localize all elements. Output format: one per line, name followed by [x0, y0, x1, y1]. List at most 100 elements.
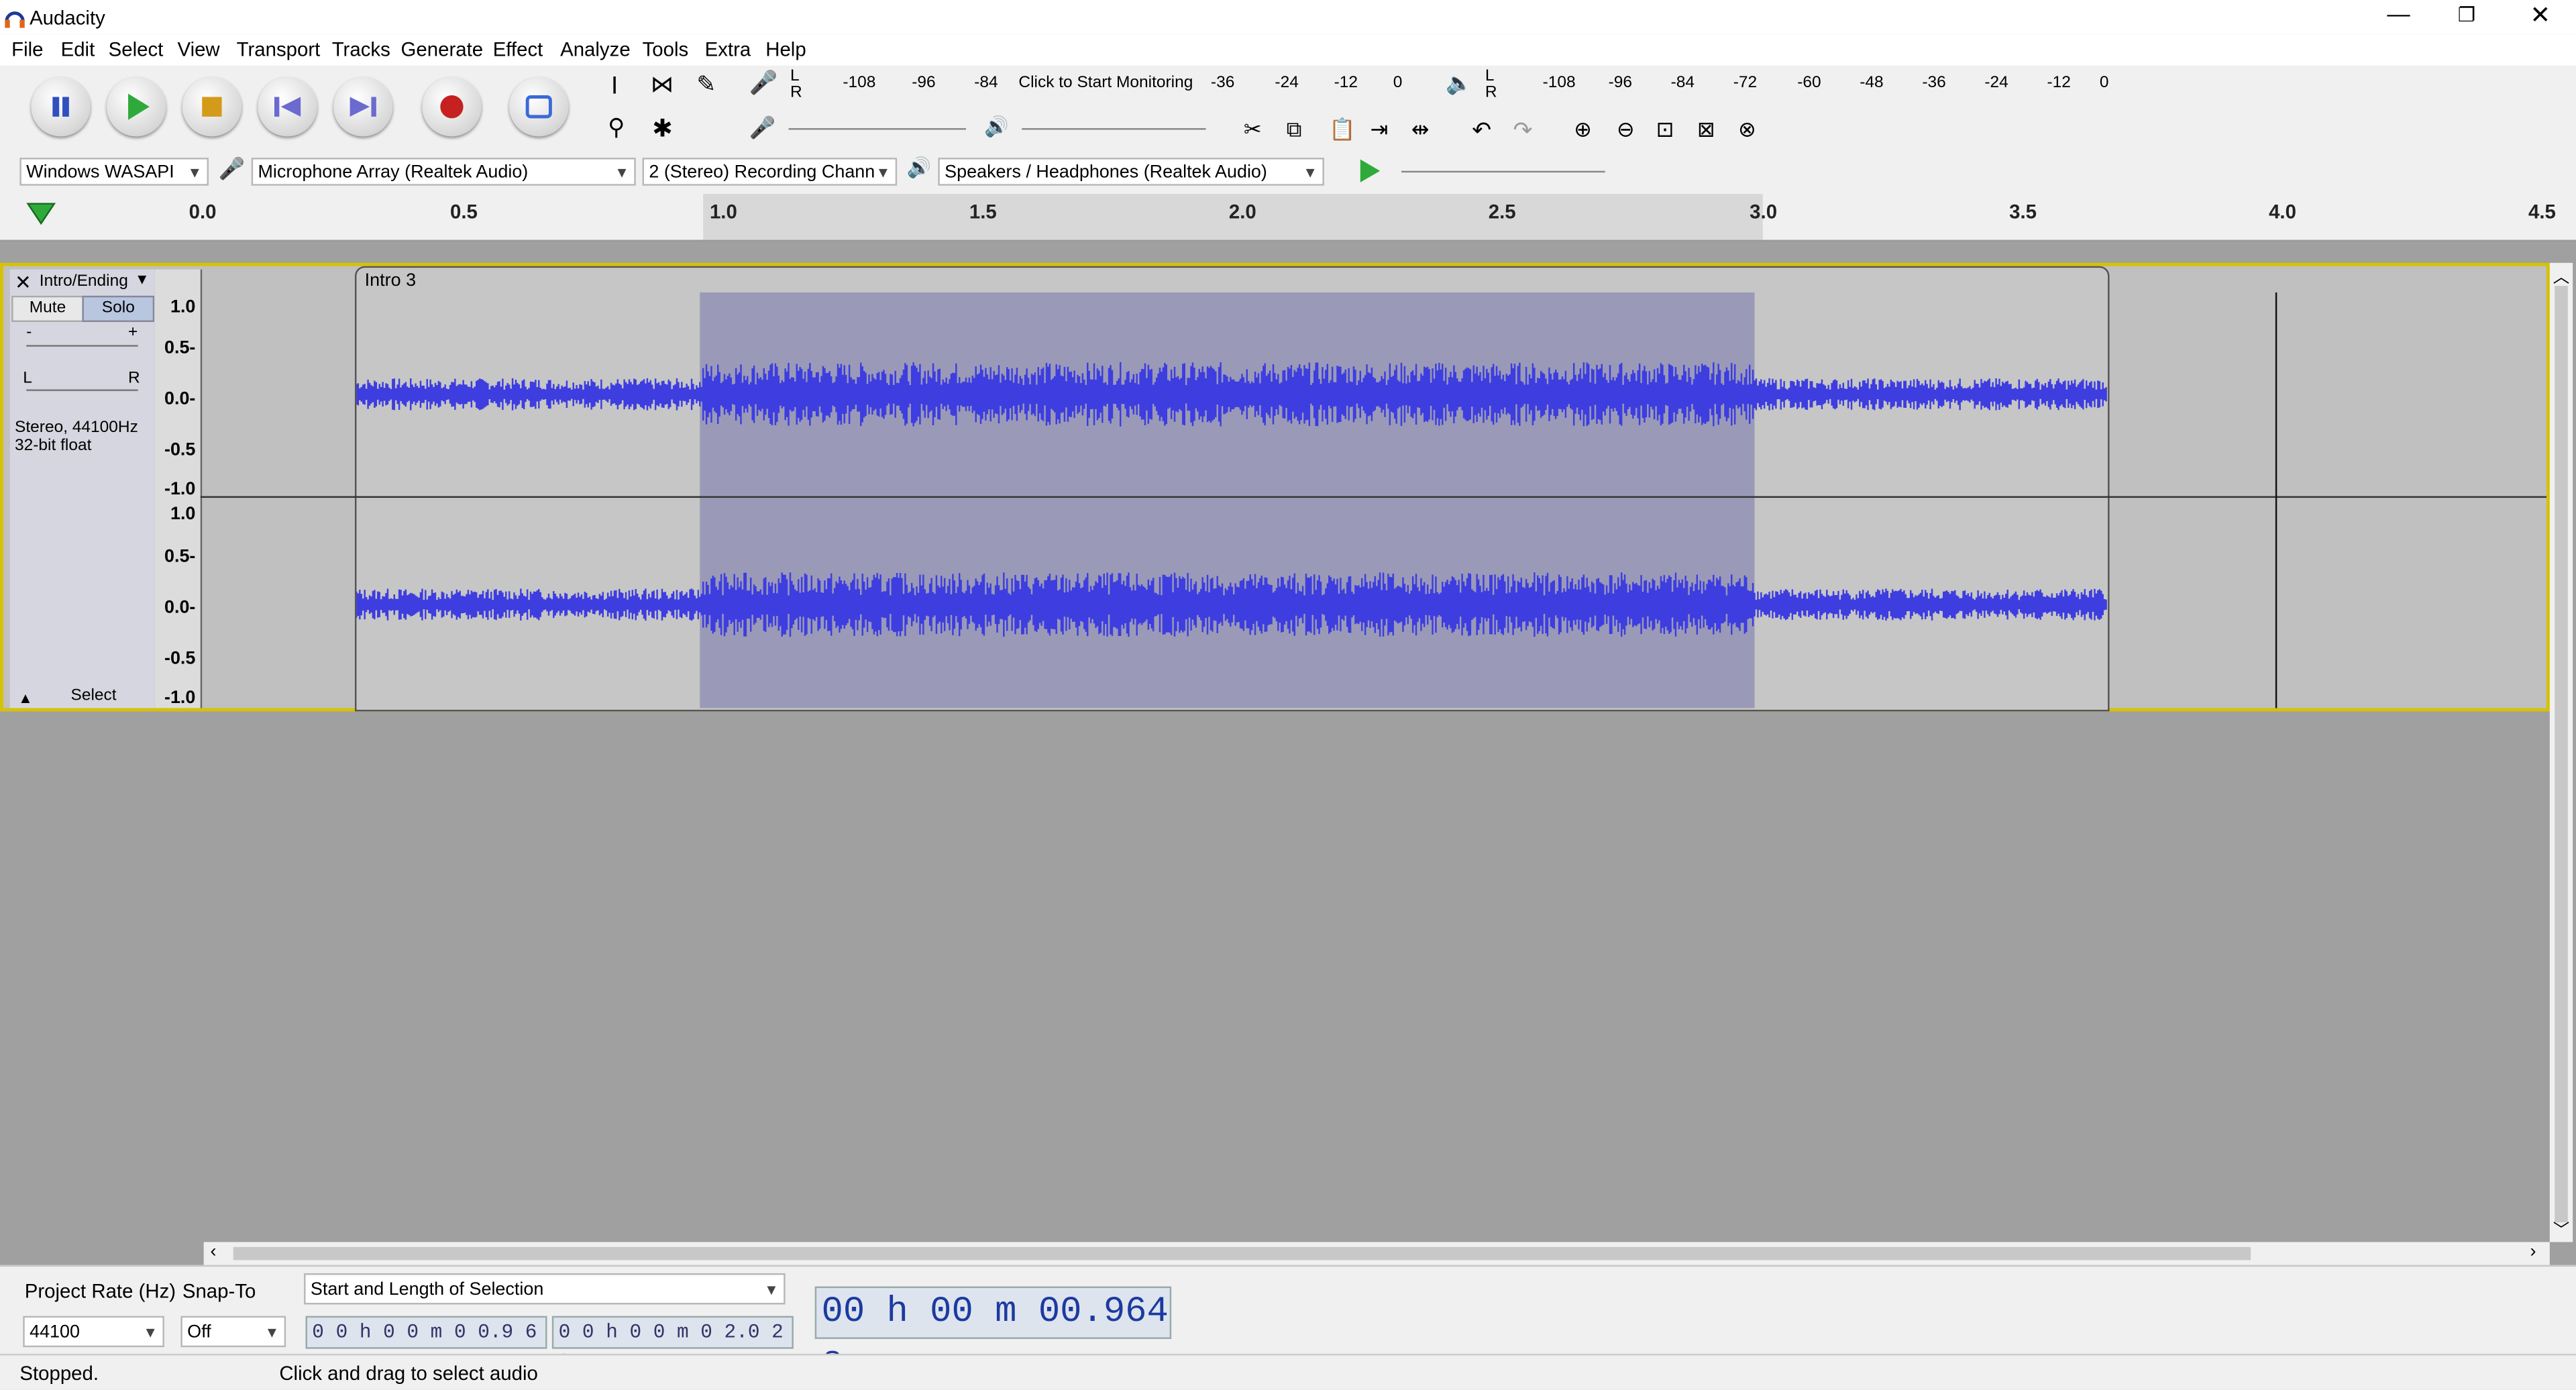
record-meter-icon[interactable]: 🎤	[749, 69, 778, 97]
skip-end-icon	[350, 97, 376, 117]
amp-label: -1.0	[164, 480, 196, 500]
record-meter[interactable]: -108 -96 -84 Click to Start Monitoring -…	[805, 74, 1413, 97]
project-rate-label: Project Rate (Hz)	[24, 1279, 176, 1303]
fit-selection-icon[interactable]: ⊡	[1656, 117, 1674, 143]
playback-device-dropdown[interactable]: Speakers / Headphones (Realtek Audio) ▼	[938, 158, 1324, 186]
close-icon[interactable]: ✕	[2530, 0, 2551, 30]
zoom-out-icon[interactable]: ⊖	[1617, 117, 1635, 143]
playback-volume-icon: 🔊	[983, 115, 1009, 138]
zoom-toggle-icon[interactable]: ⊗	[1738, 117, 1756, 143]
cut-icon[interactable]: ✂	[1244, 117, 1262, 143]
gain-slider[interactable]	[26, 345, 138, 347]
skip-to-start-button[interactable]	[258, 77, 317, 137]
horizontal-scroll-thumb[interactable]	[233, 1246, 2251, 1261]
record-meter-tick: 0	[1393, 74, 1403, 93]
menu-file[interactable]: File	[11, 38, 43, 60]
menu-transport[interactable]: Transport	[237, 38, 321, 60]
menu-help[interactable]: Help	[765, 38, 806, 60]
vertical-scrollbar[interactable]: ︿ ﹀	[2549, 262, 2573, 1242]
scroll-right-icon[interactable]: ›	[2530, 1242, 2536, 1261]
menu-view[interactable]: View	[177, 38, 219, 60]
menu-edit[interactable]: Edit	[61, 38, 95, 60]
mute-button[interactable]: Mute	[11, 295, 84, 323]
menu-generate[interactable]: Generate	[401, 38, 484, 60]
horizontal-scrollbar[interactable]: ‹ ›	[203, 1242, 2550, 1265]
record-meter-tick: -84	[974, 74, 998, 93]
ruler-tick-label: 0.0	[189, 200, 217, 224]
playback-meter-tick: -60	[1797, 74, 1821, 93]
chevron-down-icon: ▼	[143, 1324, 158, 1341]
amp-label: 0.5-	[164, 338, 196, 358]
restore-icon[interactable]: ❐	[2458, 3, 2475, 26]
redo-icon[interactable]: ↷	[1513, 117, 1533, 145]
timeline-ruler[interactable]: 0.0 0.5 1.0 1.5 2.0 2.5 3.0 3.5 4.0 4.5	[0, 193, 2576, 242]
audacity-logo-icon	[5, 11, 25, 28]
stop-button[interactable]	[182, 77, 242, 137]
channels-dropdown[interactable]: 2 (Stereo) Recording Chann ▼	[642, 158, 898, 186]
play-at-speed-icon[interactable]	[1357, 158, 1383, 184]
vertical-scroll-thumb[interactable]	[2555, 286, 2568, 1223]
audio-position-time[interactable]: 00 h 00 m 00.964 s	[814, 1286, 1172, 1382]
play-at-speed-slider[interactable]	[1401, 170, 1605, 173]
meter-r: R	[1485, 83, 1497, 102]
audio-host-dropdown[interactable]: Windows WASAPI ▼	[19, 158, 209, 186]
record-meter-prompt[interactable]: Click to Start Monitoring	[1018, 74, 1193, 92]
playback-meter-tick: -108	[1542, 74, 1576, 93]
multi-tool-icon[interactable]: ✱	[652, 113, 673, 143]
menu-select[interactable]: Select	[109, 38, 164, 60]
clip-name[interactable]: Intro 3	[365, 271, 416, 290]
collapse-track-icon[interactable]: ▲	[18, 690, 33, 706]
zoom-in-icon[interactable]: ⊕	[1574, 117, 1592, 143]
menu-effect[interactable]: Effect	[493, 38, 543, 60]
record-volume-slider[interactable]	[788, 128, 967, 130]
minimize-icon[interactable]: —	[2387, 0, 2410, 26]
menu-tools[interactable]: Tools	[643, 38, 689, 60]
pan-slider[interactable]	[26, 389, 138, 391]
playback-meter-tick: -72	[1733, 74, 1758, 93]
record-button[interactable]	[422, 77, 482, 137]
selection-tool-icon[interactable]: I	[611, 72, 618, 101]
audio-track[interactable]: ✕ Intro/Ending ▼ Mute Solo - + L R Stere…	[0, 262, 2550, 712]
envelope-tool-icon[interactable]: ⋈	[651, 70, 674, 99]
playback-meter-icon[interactable]: 🔈	[1446, 70, 1472, 97]
selection-length-time[interactable]: 0 0 h 0 0 m 0 2.0 2 9 s	[551, 1316, 794, 1373]
zoom-tool-icon[interactable]: ⚲	[608, 113, 625, 142]
snap-to-dropdown[interactable]: Off ▼	[180, 1316, 286, 1348]
scroll-left-icon[interactable]: ‹	[210, 1242, 216, 1261]
silence-icon[interactable]: ⇹	[1411, 117, 1430, 143]
menu-analyze[interactable]: Analyze	[560, 38, 631, 60]
close-track-icon[interactable]: ✕	[15, 271, 32, 294]
selection-mode-dropdown[interactable]: Start and Length of Selection ▼	[304, 1273, 786, 1305]
undo-icon[interactable]: ↶	[1472, 117, 1491, 145]
playback-volume-slider[interactable]	[1022, 128, 1206, 130]
solo-button[interactable]: Solo	[82, 295, 155, 323]
paste-icon[interactable]: 📋	[1329, 117, 1356, 143]
select-label: Select	[70, 686, 117, 705]
play-button[interactable]	[107, 77, 166, 137]
draw-tool-icon[interactable]: ✎	[696, 70, 716, 99]
pause-button[interactable]	[31, 77, 91, 137]
fit-project-icon[interactable]: ⊠	[1697, 117, 1715, 143]
recording-device-dropdown[interactable]: Microphone Array (Realtek Audio) ▼	[251, 158, 636, 186]
amplitude-scale[interactable]: 1.0 0.5- 0.0- -0.5 -1.0 1.0 0.5- 0.0- -0…	[154, 269, 203, 708]
menu-tracks[interactable]: Tracks	[332, 38, 390, 60]
track-menu-arrow-icon[interactable]: ▼	[135, 271, 150, 287]
copy-icon[interactable]: ⧉	[1287, 117, 1302, 143]
selection-start-time[interactable]: 0 0 h 0 0 m 0 0.9 6 4 s	[305, 1316, 547, 1373]
loop-button[interactable]	[509, 77, 569, 137]
timeline-options-icon[interactable]	[26, 201, 56, 227]
scroll-down-icon[interactable]: ﹀	[2553, 1216, 2569, 1240]
menu-extra[interactable]: Extra	[705, 38, 751, 60]
project-rate-dropdown[interactable]: 44100 ▼	[23, 1316, 164, 1348]
playback-meter[interactable]: -108 -96 -84 -72 -60 -48 -36 -24 -12 0	[1498, 74, 2116, 97]
scroll-up-icon[interactable]: ︿	[2553, 263, 2569, 288]
select-track-button[interactable]: Select	[41, 685, 146, 708]
ruler-tick-label: 2.5	[1488, 200, 1516, 224]
track-name-menu[interactable]: Intro/Ending	[40, 273, 128, 291]
track-control-panel[interactable]: ✕ Intro/Ending ▼ Mute Solo - + L R Stere…	[9, 269, 156, 708]
amp-label: 0.0-	[164, 389, 196, 409]
skip-to-end-button[interactable]	[333, 77, 393, 137]
trim-icon[interactable]: ⇥	[1370, 117, 1388, 143]
playback-meter-tick: -96	[1608, 74, 1632, 93]
status-bar: Stopped. Click and drag to select audio	[0, 1353, 2576, 1390]
